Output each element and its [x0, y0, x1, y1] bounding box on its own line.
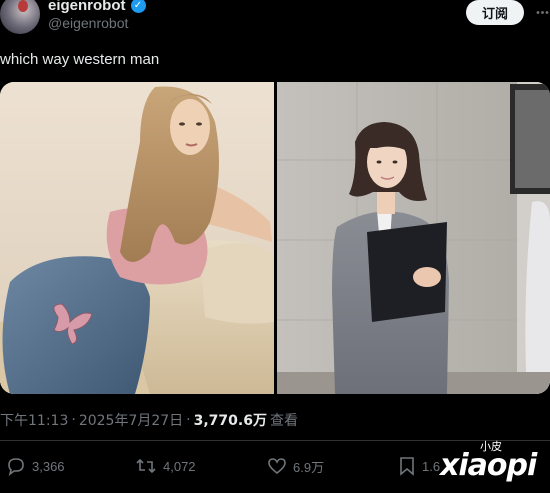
watermark-logo: 小皮 xiaopi: [440, 438, 550, 493]
author-display-name[interactable]: eigenrobot: [48, 0, 126, 14]
like-icon: [268, 458, 286, 475]
retweet-icon: [136, 458, 156, 474]
tweet-meta: 下午11:13 · 2025年7月27日 · 3,770.6万 查看: [0, 410, 298, 430]
retweet-count: 4,072: [163, 458, 196, 474]
views-label: 查看: [269, 413, 298, 429]
photo-right-illustration: [277, 82, 550, 394]
views-count: 3,770.6万: [193, 413, 267, 429]
meta-separator: ·: [186, 412, 191, 428]
author-avatar[interactable]: [0, 0, 40, 34]
verified-badge-icon: ✓: [130, 0, 146, 13]
tweet-media-grid: [0, 82, 550, 394]
meta-separator: ·: [71, 412, 76, 428]
tweet-text: which way western man: [0, 51, 160, 68]
reply-button[interactable]: 3,366: [6, 456, 65, 476]
bookmark-button[interactable]: 1.6: [398, 456, 440, 476]
retweet-button[interactable]: 4,072: [135, 456, 196, 476]
photo-left-illustration: [0, 82, 274, 394]
reply-count: 3,366: [32, 458, 65, 474]
author-handle[interactable]: @eigenrobot: [48, 15, 128, 31]
media-photo-left[interactable]: [0, 82, 274, 394]
media-photo-right[interactable]: [277, 82, 550, 394]
tweet-date[interactable]: 2025年7月27日: [79, 410, 183, 430]
watermark-large-text: xiaopi: [440, 448, 537, 483]
bookmark-icon: [400, 457, 414, 476]
reply-icon: [8, 458, 24, 476]
like-count: 6.9万: [293, 459, 325, 475]
like-button[interactable]: 6.9万: [267, 456, 324, 476]
subscribe-button[interactable]: 订阅: [466, 0, 524, 25]
author-name-row[interactable]: eigenrobot ✓: [48, 0, 146, 14]
tweet-time[interactable]: 下午11:13: [0, 410, 68, 430]
bookmark-count: 1.6: [422, 458, 441, 474]
more-options-icon[interactable]: [535, 5, 550, 20]
